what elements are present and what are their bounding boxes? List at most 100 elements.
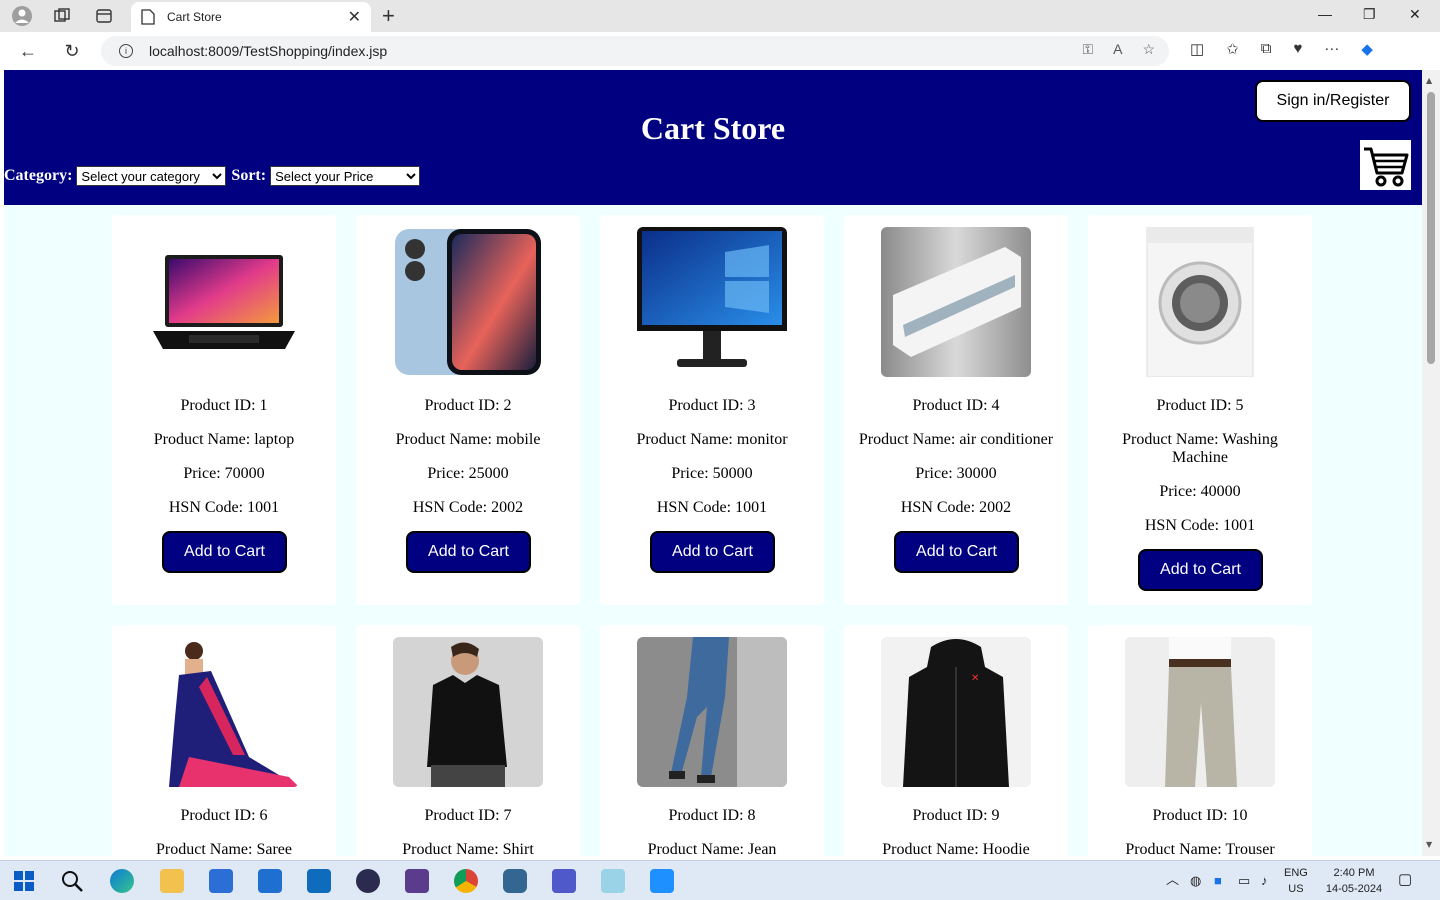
product-image-mobile [393, 227, 543, 377]
workspaces-icon[interactable] [50, 4, 74, 28]
product-image-trouser [1125, 637, 1275, 787]
product-card: Product ID: 1 Product Name: laptop Price… [112, 215, 336, 605]
product-card: Product ID: 5 Product Name: Washing Mach… [1088, 215, 1312, 605]
add-to-cart-button[interactable]: Add to Cart [162, 531, 287, 573]
product-card: ✕ Product ID: 9 Product Name: Hoodie [844, 625, 1068, 856]
page-title: Cart Store [640, 110, 786, 146]
notepad-icon[interactable] [601, 869, 625, 893]
product-id: Product ID: 1 [180, 397, 268, 414]
product-card: Product ID: 10 Product Name: Trouser [1088, 625, 1312, 856]
shopping-cart-icon[interactable] [1360, 140, 1411, 190]
store-icon[interactable] [209, 869, 233, 893]
security-icon[interactable]: ■ [1214, 873, 1222, 889]
vertical-scrollbar[interactable]: ▲ ▼ [1422, 70, 1440, 856]
product-id: Product ID: 2 [424, 397, 512, 414]
edge-browser-icon[interactable] [110, 869, 134, 893]
add-to-cart-button[interactable]: Add to Cart [650, 531, 775, 573]
site-info-icon[interactable]: i [119, 44, 133, 58]
product-name: Product Name: monitor [636, 431, 788, 448]
clock[interactable]: 2:40 PM 14-05-2024 [1322, 865, 1386, 897]
read-aloud-icon[interactable]: A [1113, 41, 1122, 58]
page-viewport: Cart Store Sign in/Register Category: Se… [4, 70, 1422, 856]
product-name: Product Name: air conditioner [858, 431, 1054, 448]
product-name: Product Name: Washing Machine [1122, 431, 1278, 466]
restore-icon[interactable]: ❐ [1363, 6, 1376, 23]
product-id: Product ID: 7 [424, 807, 512, 824]
product-card: Product ID: 6 Product Name: Saree [112, 625, 336, 856]
new-tab-button[interactable]: + [382, 3, 395, 29]
product-hsn: HSN Code: 1001 [656, 499, 768, 516]
language-indicator[interactable]: ENG US [1284, 865, 1308, 897]
filter-bar: Category: Select your category Sort: Sel… [4, 166, 425, 186]
copilot-icon[interactable]: ◆ [1361, 40, 1373, 58]
split-screen-icon[interactable]: ◫ [1190, 40, 1204, 58]
photos-icon[interactable] [650, 869, 674, 893]
eclipse-icon[interactable] [356, 869, 380, 893]
teams-icon[interactable] [552, 869, 576, 893]
product-hsn: HSN Code: 2002 [412, 499, 524, 516]
product-hsn: HSN Code: 1001 [168, 499, 280, 516]
product-id: Product ID: 5 [1156, 397, 1244, 414]
network-globe-icon[interactable]: ◍ [1190, 873, 1201, 889]
scroll-up-icon[interactable]: ▲ [1426, 76, 1432, 85]
notifications-icon[interactable]: ▢ [1398, 872, 1412, 888]
collections-icon[interactable]: ⧉ [1261, 40, 1272, 58]
outlook-icon[interactable] [307, 869, 331, 893]
close-tab-icon[interactable]: ✕ [348, 7, 361, 27]
add-to-cart-button[interactable]: Add to Cart [894, 531, 1019, 573]
product-name: Product Name: Jean [647, 841, 777, 856]
url-text: localhost:8009/TestShopping/index.jsp [149, 43, 388, 59]
add-to-cart-button[interactable]: Add to Cart [1138, 549, 1263, 591]
extensions-icon[interactable]: ♥ [1293, 40, 1302, 58]
profile-icon[interactable] [10, 4, 34, 28]
back-icon[interactable]: ← [16, 39, 40, 63]
category-label: Category: [4, 167, 73, 184]
wifi-icon[interactable]: ▭ [1238, 873, 1250, 889]
clock-date: 14-05-2024 [1325, 883, 1383, 895]
app-icon[interactable] [405, 869, 429, 893]
product-name: Product Name: Trouser [1125, 841, 1275, 856]
product-id: Product ID: 8 [668, 807, 756, 824]
region-label: US [1288, 883, 1304, 895]
url-field[interactable]: i localhost:8009/TestShopping/index.jsp … [101, 36, 1169, 66]
close-window-icon[interactable]: ✕ [1409, 6, 1421, 23]
start-icon[interactable] [12, 869, 36, 893]
product-id: Product ID: 10 [1152, 807, 1248, 824]
product-name: Product Name: Shirt [402, 841, 534, 856]
active-tab[interactable]: Cart Store ✕ [131, 2, 371, 32]
svg-text:✕: ✕ [971, 673, 979, 684]
scrollbar-thumb[interactable] [1427, 92, 1435, 364]
product-name: Product Name: laptop [153, 431, 295, 448]
product-card: Product ID: 4 Product Name: air conditio… [844, 215, 1068, 605]
file-explorer-icon[interactable] [160, 869, 184, 893]
address-bar-row: ← ↻ i localhost:8009/TestShopping/index.… [0, 32, 1440, 70]
product-card: Product ID: 2 Product Name: mobile Price… [356, 215, 580, 605]
favorites-icon[interactable]: ✩ [1226, 40, 1239, 58]
refresh-icon[interactable]: ↻ [60, 39, 84, 63]
product-id: Product ID: 9 [912, 807, 1000, 824]
search-icon[interactable] [60, 869, 84, 893]
key-icon[interactable]: ⚿ [1082, 41, 1093, 58]
category-select[interactable]: Select your category [76, 166, 227, 186]
clock-time: 2:40 PM [1333, 867, 1375, 879]
postgresql-icon[interactable] [503, 869, 527, 893]
add-to-cart-button[interactable]: Add to Cart [406, 531, 531, 573]
more-menu-icon[interactable]: ··· [1324, 40, 1339, 58]
signin-register-button[interactable]: Sign in/Register [1255, 80, 1411, 122]
browser-tab-bar: Cart Store ✕ + — ❐ ✕ [0, 0, 1440, 32]
favorite-star-icon[interactable]: ☆ [1142, 41, 1155, 58]
volume-icon[interactable]: ♪ [1261, 873, 1268, 889]
tab-title: Cart Store [167, 10, 222, 24]
tray-overflow-icon[interactable]: ︿ [1166, 872, 1179, 888]
sort-select[interactable]: Select your Price [270, 166, 421, 186]
language-label: ENG [1284, 867, 1308, 879]
minimize-icon[interactable]: — [1318, 6, 1332, 22]
product-image-monitor [637, 227, 787, 377]
product-name: Product Name: mobile [395, 431, 541, 448]
product-image-laptop [149, 227, 299, 377]
scroll-down-icon[interactable]: ▼ [1426, 840, 1432, 849]
product-card: Product ID: 3 Product Name: monitor Pric… [600, 215, 824, 605]
tab-actions-icon[interactable] [92, 4, 116, 28]
mail-icon[interactable] [258, 869, 282, 893]
chrome-icon[interactable] [454, 869, 478, 893]
